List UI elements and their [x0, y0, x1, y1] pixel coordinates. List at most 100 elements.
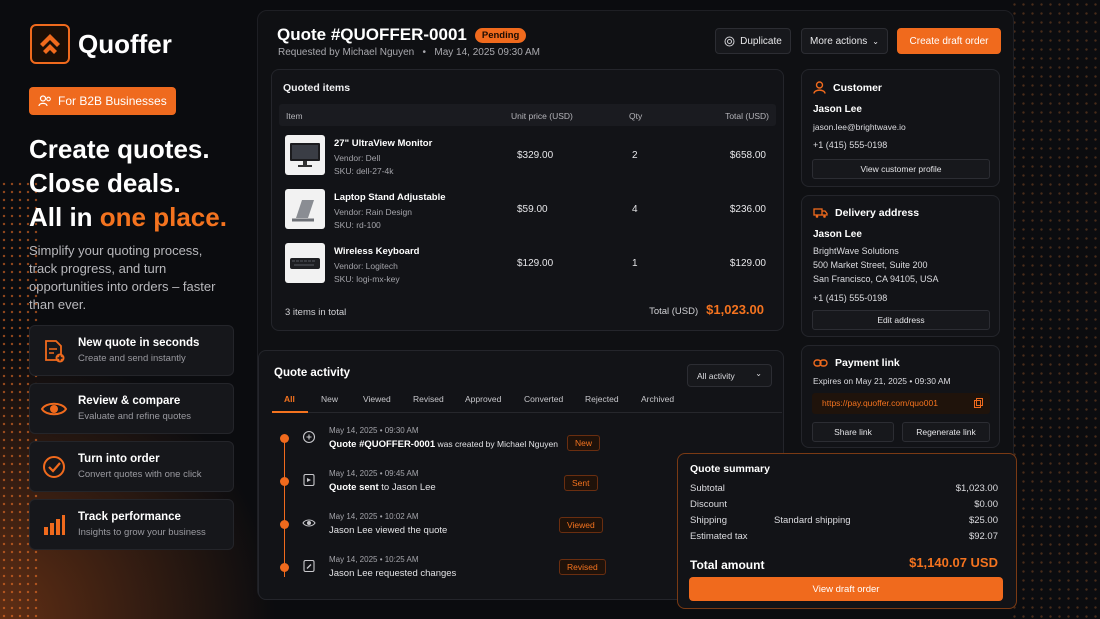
timeline-dot	[280, 520, 289, 529]
payment-expiry: Expires on May 21, 2025 • 09:30 AM	[813, 376, 951, 386]
eye-icon	[302, 519, 316, 527]
item-sku: SKU: dell-27-4k	[334, 166, 394, 176]
view-customer-profile-button[interactable]: View customer profile	[812, 159, 990, 179]
event-badge-viewed: Viewed	[559, 517, 603, 533]
item-name: Laptop Stand Adjustable	[334, 192, 446, 203]
tab-new[interactable]: New	[321, 394, 338, 404]
summary-value: $0.00	[974, 499, 998, 510]
table-row[interactable]: Wireless Keyboard Vendor: Logitech SKU: l…	[279, 239, 776, 289]
tab-viewed[interactable]: Viewed	[363, 394, 391, 404]
more-actions-button[interactable]: More actions ⌄	[801, 28, 888, 54]
activity-filter-value: All activity	[697, 370, 735, 381]
share-link-button[interactable]: Share link	[812, 422, 894, 442]
customer-email: jason.lee@brightwave.io	[813, 122, 906, 132]
item-total: $658.00	[729, 150, 766, 161]
quote-requested-by: Requested by Michael Nguyen	[278, 47, 415, 58]
chevron-down-icon: ⌄	[872, 36, 879, 46]
tab-rejected[interactable]: Rejected	[585, 394, 619, 404]
summary-total: Total amount $1,140.07 USD	[690, 555, 998, 574]
tab-approved[interactable]: Approved	[465, 394, 501, 404]
customer-heading-label: Customer	[833, 81, 883, 94]
duplicate-button[interactable]: Duplicate	[715, 28, 791, 54]
delivery-phone: +1 (415) 555-0198	[813, 293, 888, 303]
feature-card-review: Review & compare Evaluate and refine quot…	[29, 383, 234, 434]
customer-phone: +1 (415) 555-0198	[813, 140, 888, 150]
customer-panel: Customer Jason Lee jason.lee@brightwave.…	[801, 69, 1000, 187]
item-qty: 4	[632, 204, 638, 215]
delivery-city: San Francisco, CA 94105, USA	[813, 274, 939, 284]
tab-all[interactable]: All	[284, 394, 295, 404]
activity-tabs: All New Viewed Revised Approved Converte…	[272, 391, 782, 413]
item-sku: SKU: rd-100	[334, 220, 381, 230]
status-badge: Pending	[474, 27, 527, 43]
brand-logo: Quoffer	[30, 24, 172, 64]
active-tab-indicator	[272, 411, 308, 413]
event-time: May 14, 2025 • 10:25 AM	[329, 555, 419, 564]
send-icon	[303, 473, 315, 487]
document-plus-icon	[40, 337, 68, 365]
item-meta: Vendor: Dell SKU: dell-27-4k	[334, 152, 394, 178]
item-total: $129.00	[729, 258, 766, 269]
col-item: Item	[286, 111, 303, 121]
create-draft-order-label: Create draft order	[909, 35, 989, 47]
summary-value: $25.00	[968, 515, 998, 526]
keyboard-image	[285, 243, 325, 283]
event-text-rest: to Jason Lee	[378, 482, 436, 493]
view-draft-order-button[interactable]: View draft order	[689, 577, 1003, 601]
delivery-name: Jason Lee	[813, 229, 862, 240]
quote-summary-panel: Quote summary Subtotal $1,023.00 Discoun…	[677, 453, 1017, 609]
event-time: May 14, 2025 • 09:45 AM	[329, 469, 419, 478]
item-qty: 2	[632, 150, 638, 161]
hero-headline: Create quotes. Close deals. All in one p…	[29, 132, 249, 234]
event-text-rest: Jason Lee viewed the quote	[329, 525, 448, 536]
item-unit-price: $129.00	[517, 258, 554, 269]
tab-revised[interactable]: Revised	[413, 394, 444, 404]
item-unit-price: $329.00	[517, 150, 554, 161]
quote-meta: Requested by Michael Nguyen • May 14, 20…	[278, 47, 540, 58]
feature-desc: Evaluate and refine quotes	[78, 411, 192, 422]
event-badge-revised: Revised	[559, 559, 606, 575]
timeline-dot	[280, 434, 289, 443]
item-qty: 1	[632, 258, 638, 269]
copy-icon[interactable]	[974, 398, 983, 408]
delivery-panel: Delivery address Jason Lee BrightWave So…	[801, 195, 1000, 337]
bar-chart-icon	[40, 511, 68, 539]
summary-heading: Quote summary	[690, 463, 770, 475]
quote-title: Quote #QUOFFER-0001	[277, 25, 467, 44]
event-text: Jason Lee viewed the quote	[329, 525, 447, 536]
feature-card-track: Track performance Insights to grow your b…	[29, 499, 234, 550]
check-circle-icon	[40, 453, 68, 481]
col-unit-price: Unit price (USD)	[511, 111, 573, 121]
summary-label: Shipping	[690, 515, 727, 526]
edit-address-button[interactable]: Edit address	[812, 310, 990, 330]
tab-archived[interactable]: Archived	[641, 394, 674, 404]
items-count: 3 items in total	[285, 307, 347, 318]
feature-desc: Convert quotes with one click	[78, 469, 202, 480]
timeline-dot	[280, 477, 289, 486]
truck-icon	[813, 208, 828, 218]
users-icon	[38, 95, 51, 107]
payment-link-panel: Payment link Expires on May 21, 2025 • 0…	[801, 345, 1000, 448]
activity-filter-select[interactable]: All activity ⌄	[687, 364, 772, 387]
quote-date: May 14, 2025 09:30 AM	[434, 47, 541, 58]
feature-card-new-quote: New quote in seconds Create and send inst…	[29, 325, 234, 376]
activity-event: May 14, 2025 • 09:45 AM Quote sent to Ja…	[279, 469, 609, 505]
feature-desc: Insights to grow your business	[78, 527, 206, 538]
regenerate-link-button[interactable]: Regenerate link	[902, 422, 990, 442]
b2b-tag: For B2B Businesses	[29, 87, 176, 115]
background-dots-right	[1010, 0, 1100, 619]
items-total-value: $1,023.00	[706, 302, 764, 317]
payment-url-field[interactable]: https://pay.quoffer.com/quo001	[812, 393, 990, 414]
create-draft-order-button[interactable]: Create draft order	[897, 28, 1001, 54]
total-amount-value: $1,140.07 USD	[909, 555, 998, 570]
tab-converted[interactable]: Converted	[524, 394, 563, 404]
items-table-header: Item Unit price (USD) Qty Total (USD)	[279, 104, 776, 126]
timeline-dot	[280, 563, 289, 572]
hero-line-3: All in one place.	[29, 200, 249, 234]
table-row[interactable]: 27" UltraView Monitor Vendor: Dell SKU: d…	[279, 131, 776, 181]
items-total-label: Total (USD)	[649, 306, 699, 317]
activity-event: May 14, 2025 • 09:30 AM Quote #QUOFFER-0…	[279, 426, 609, 462]
delivery-heading: Delivery address	[813, 207, 919, 219]
activity-heading: Quote activity	[274, 367, 351, 379]
table-row[interactable]: Laptop Stand Adjustable Vendor: Rain Des…	[279, 185, 776, 235]
